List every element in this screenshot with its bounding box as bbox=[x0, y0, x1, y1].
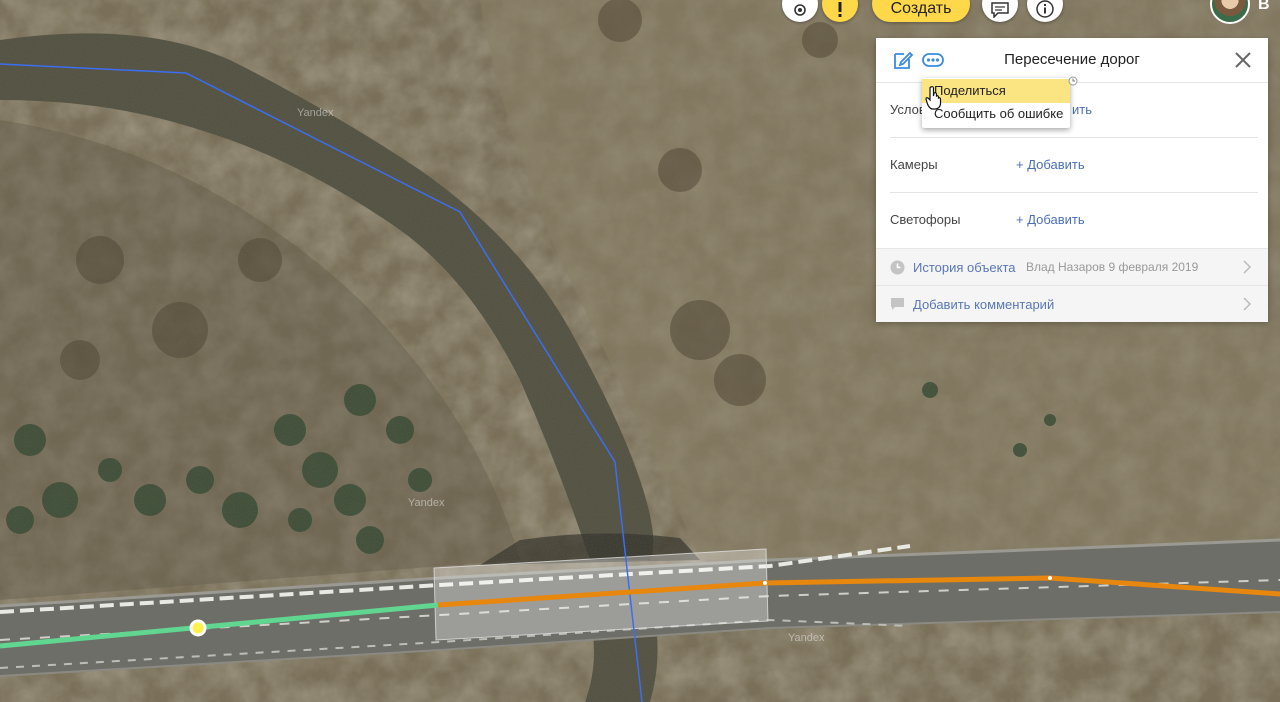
row-label: Камеры bbox=[890, 157, 938, 172]
info-icon bbox=[1036, 0, 1054, 18]
object-history-row[interactable]: История объекта Влад Назаров 9 февраля 2… bbox=[876, 248, 1268, 286]
menu-item-report-error[interactable]: Сообщить об ошибке bbox=[922, 102, 1070, 126]
more-options-menu: Поделиться Сообщить об ошибке bbox=[922, 78, 1070, 128]
cameras-row: Камеры + Добавить bbox=[890, 138, 1258, 193]
row-label: Услов bbox=[890, 102, 926, 117]
map-watermark: Yandex bbox=[408, 497, 445, 509]
traffic-lights-row: Светофоры + Добавить bbox=[890, 193, 1258, 247]
road-vertex-handle[interactable] bbox=[189, 619, 207, 637]
comment-icon bbox=[891, 298, 904, 310]
exclamation-icon bbox=[838, 2, 842, 17]
chevron-right-icon bbox=[1243, 260, 1252, 274]
menu-item-share[interactable]: Поделиться bbox=[922, 79, 1070, 103]
close-icon[interactable] bbox=[1232, 49, 1254, 71]
gear-icon bbox=[794, 4, 806, 16]
add-comment-label: Добавить комментарий bbox=[913, 297, 1055, 312]
hand-cursor-icon bbox=[925, 86, 942, 110]
row-label: Светофоры bbox=[890, 212, 961, 227]
panel-title: Пересечение дорог bbox=[1004, 51, 1140, 68]
add-comment-row[interactable]: Добавить комментарий bbox=[876, 285, 1268, 322]
add-camera-link[interactable]: + Добавить bbox=[1016, 157, 1085, 172]
chevron-right-icon bbox=[1243, 297, 1252, 311]
history-label: История объекта bbox=[913, 260, 1016, 275]
user-initial: В bbox=[1258, 0, 1270, 13]
add-conditions-link[interactable]: ить bbox=[1072, 102, 1092, 117]
chat-icon bbox=[991, 2, 1009, 18]
clock-icon bbox=[890, 260, 905, 275]
loading-icon bbox=[1068, 76, 1078, 86]
history-author-date: Влад Назаров 9 февраля 2019 bbox=[1026, 260, 1199, 274]
create-button[interactable]: Создать bbox=[872, 0, 970, 22]
map-watermark: Yandex bbox=[297, 107, 334, 119]
add-traffic-light-link[interactable]: + Добавить bbox=[1016, 212, 1085, 227]
map-watermark: Yandex bbox=[788, 632, 825, 644]
